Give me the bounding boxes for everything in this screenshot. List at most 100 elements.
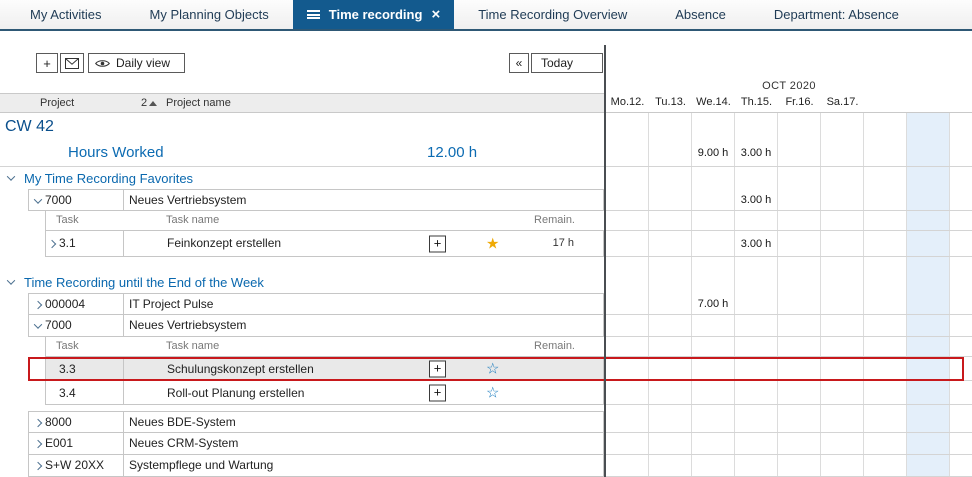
column-header-project-name[interactable]: Project name bbox=[166, 94, 231, 112]
day-cell[interactable] bbox=[649, 167, 692, 189]
day-cell[interactable] bbox=[735, 455, 778, 476]
day-cell[interactable] bbox=[735, 337, 778, 356]
day-cell[interactable] bbox=[778, 257, 821, 271]
day-cell[interactable] bbox=[778, 357, 821, 380]
task-row-3-3[interactable]: 3.3 Schulungskonzept erstellen + ☆ bbox=[0, 357, 972, 381]
collapse-chevron-icon[interactable] bbox=[7, 172, 15, 180]
day-cell[interactable] bbox=[821, 293, 864, 314]
collapse-chevron-icon[interactable] bbox=[34, 320, 42, 328]
day-cell[interactable] bbox=[649, 357, 692, 380]
day-cell[interactable] bbox=[649, 140, 692, 166]
day-cell[interactable] bbox=[950, 315, 972, 336]
day-cell[interactable] bbox=[864, 257, 907, 271]
day-cell[interactable]: 9.00 h bbox=[692, 140, 735, 166]
day-cell[interactable] bbox=[649, 381, 692, 404]
day-cell[interactable] bbox=[864, 337, 907, 356]
day-cell[interactable] bbox=[735, 167, 778, 189]
previous-period-button[interactable]: « bbox=[509, 53, 529, 73]
project-row-e001[interactable]: E001 Neues CRM-System bbox=[0, 433, 972, 455]
project-row-sw20xx[interactable]: S+W 20XX Systempflege und Wartung bbox=[0, 455, 972, 477]
day-cell[interactable] bbox=[821, 411, 864, 432]
day-cell[interactable] bbox=[821, 211, 864, 230]
day-cell[interactable] bbox=[907, 381, 950, 404]
day-cell[interactable] bbox=[864, 271, 907, 293]
day-cell[interactable] bbox=[606, 455, 649, 476]
day-cell[interactable] bbox=[735, 357, 778, 380]
hamburger-menu-icon[interactable] bbox=[307, 10, 320, 19]
day-cell[interactable] bbox=[950, 211, 972, 230]
task-row-3-4[interactable]: 3.4 Roll-out Planung erstellen + ☆ bbox=[0, 381, 972, 405]
day-cell[interactable] bbox=[950, 293, 972, 314]
day-cell[interactable] bbox=[778, 113, 821, 140]
day-cell[interactable] bbox=[692, 357, 735, 380]
day-cell[interactable] bbox=[907, 337, 950, 356]
day-cell[interactable] bbox=[606, 381, 649, 404]
favorite-star-icon[interactable]: ★ bbox=[486, 236, 499, 251]
day-cell[interactable] bbox=[950, 257, 972, 271]
tab-my-planning-objects[interactable]: My Planning Objects bbox=[126, 0, 293, 29]
day-cell[interactable] bbox=[692, 113, 735, 140]
add-time-entry-button[interactable]: + bbox=[429, 235, 446, 252]
day-cell[interactable] bbox=[821, 189, 864, 210]
day-cell[interactable] bbox=[950, 411, 972, 432]
day-cell[interactable] bbox=[606, 189, 649, 210]
day-cell[interactable] bbox=[778, 455, 821, 476]
day-cell[interactable] bbox=[778, 293, 821, 314]
day-cell[interactable] bbox=[606, 257, 649, 271]
add-time-entry-button[interactable]: + bbox=[429, 384, 446, 401]
day-cell[interactable] bbox=[950, 433, 972, 454]
day-cell[interactable] bbox=[821, 271, 864, 293]
day-cell[interactable] bbox=[606, 140, 649, 166]
day-cell[interactable] bbox=[950, 381, 972, 404]
day-cell[interactable] bbox=[864, 411, 907, 432]
day-cell[interactable] bbox=[864, 357, 907, 380]
day-cell[interactable] bbox=[907, 271, 950, 293]
day-cell[interactable] bbox=[864, 113, 907, 140]
tab-absence[interactable]: Absence bbox=[651, 0, 750, 29]
day-cell[interactable] bbox=[778, 337, 821, 356]
section-favorites[interactable]: My Time Recording Favorites bbox=[0, 167, 972, 189]
day-cell[interactable] bbox=[864, 167, 907, 189]
pane-splitter[interactable] bbox=[604, 45, 606, 477]
favorite-star-outline-icon[interactable]: ☆ bbox=[486, 385, 499, 400]
day-cell[interactable] bbox=[778, 140, 821, 166]
day-cell[interactable] bbox=[907, 433, 950, 454]
day-cell[interactable] bbox=[735, 271, 778, 293]
day-cell[interactable] bbox=[606, 211, 649, 230]
collapse-chevron-icon[interactable] bbox=[7, 276, 15, 284]
day-cell[interactable] bbox=[735, 315, 778, 336]
day-cell[interactable] bbox=[649, 113, 692, 140]
day-cell[interactable] bbox=[950, 455, 972, 476]
day-cell[interactable] bbox=[692, 455, 735, 476]
day-cell[interactable] bbox=[692, 411, 735, 432]
day-cell[interactable] bbox=[821, 455, 864, 476]
day-cell[interactable] bbox=[606, 357, 649, 380]
day-cell[interactable] bbox=[864, 231, 907, 256]
day-cell[interactable] bbox=[778, 315, 821, 336]
day-cell[interactable] bbox=[907, 113, 950, 140]
day-cell[interactable] bbox=[692, 433, 735, 454]
day-cell[interactable] bbox=[778, 189, 821, 210]
sort-indicator[interactable]: 2 bbox=[141, 94, 157, 112]
day-cell[interactable] bbox=[692, 271, 735, 293]
day-cell[interactable] bbox=[649, 271, 692, 293]
day-cell[interactable] bbox=[649, 455, 692, 476]
day-cell[interactable]: 7.00 h bbox=[692, 293, 735, 314]
section-end-of-week[interactable]: Time Recording until the End of the Week bbox=[0, 271, 972, 293]
add-button[interactable]: + bbox=[36, 53, 58, 73]
day-cell[interactable] bbox=[649, 411, 692, 432]
day-cell[interactable] bbox=[950, 189, 972, 210]
day-cell[interactable] bbox=[692, 231, 735, 256]
day-cell[interactable] bbox=[735, 113, 778, 140]
close-tab-icon[interactable]: × bbox=[431, 7, 440, 22]
favorite-star-outline-icon[interactable]: ☆ bbox=[486, 361, 499, 376]
day-cell[interactable] bbox=[778, 271, 821, 293]
expand-chevron-icon[interactable] bbox=[34, 440, 42, 448]
expand-chevron-icon[interactable] bbox=[34, 419, 42, 427]
day-cell[interactable]: 3.00 h bbox=[735, 140, 778, 166]
day-cell[interactable] bbox=[821, 167, 864, 189]
day-cell[interactable] bbox=[735, 381, 778, 404]
day-cell[interactable] bbox=[649, 257, 692, 271]
day-cell[interactable]: 3.00 h bbox=[735, 189, 778, 210]
day-cell[interactable] bbox=[692, 167, 735, 189]
